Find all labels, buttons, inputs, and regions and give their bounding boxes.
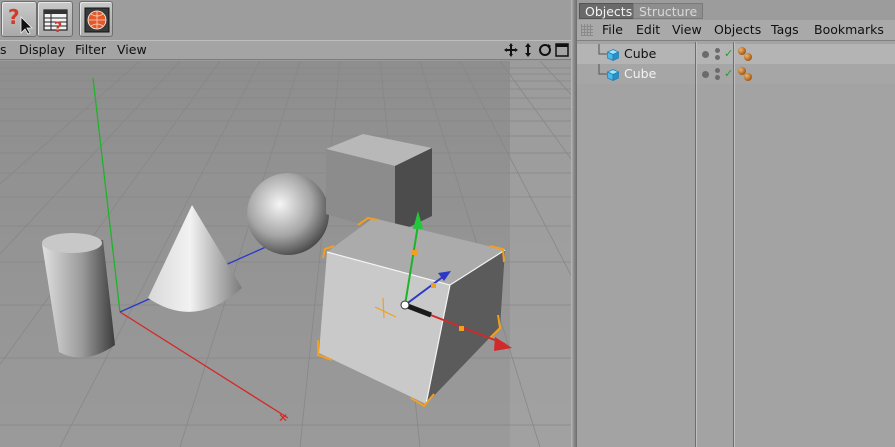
- viewport-menu-filter[interactable]: Filter: [75, 42, 106, 57]
- grip-icon[interactable]: [581, 24, 593, 36]
- enabled-check-icon[interactable]: ✓: [724, 47, 733, 60]
- enabled-check-icon[interactable]: ✓: [724, 67, 733, 80]
- svg-text:?: ?: [8, 5, 20, 29]
- render-visibility-dot-icon[interactable]: [715, 68, 720, 73]
- material-tag-icon[interactable]: [744, 73, 752, 81]
- column-divider[interactable]: [733, 42, 734, 447]
- maximize-view-icon[interactable]: [554, 42, 570, 58]
- zoom-view-icon[interactable]: [520, 42, 536, 58]
- tab-objects[interactable]: Objects: [579, 3, 639, 19]
- tab-structure[interactable]: Structure: [633, 3, 704, 19]
- world-x-marker-icon: ✕: [278, 411, 288, 425]
- object-menu-tags[interactable]: Tags: [771, 22, 799, 37]
- cube-icon: [607, 69, 619, 81]
- object-menu-edit[interactable]: Edit: [636, 22, 660, 37]
- viewport-menu-cameras[interactable]: s: [0, 42, 7, 57]
- render-visibility-dot-icon[interactable]: [715, 55, 720, 60]
- editor-visibility-dot-icon[interactable]: [702, 51, 709, 58]
- tree-line-icon: [598, 64, 607, 75]
- render-visibility-dot-icon[interactable]: [715, 48, 720, 53]
- render-settings-button[interactable]: ?: [37, 1, 73, 37]
- help-arrow-icon: ?: [8, 5, 33, 35]
- object-menu-objects[interactable]: Objects: [714, 22, 761, 37]
- object-list: Cube ✓ Cube ✓: [577, 42, 895, 447]
- render-globe-icon: [84, 7, 110, 33]
- viewport-nav-icons: [503, 42, 571, 59]
- svg-text:?: ?: [54, 20, 62, 35]
- object-menu-view[interactable]: View: [672, 22, 702, 37]
- render-settings-icon: ?: [43, 9, 68, 35]
- object-menu-file[interactable]: File: [602, 22, 623, 37]
- render-visibility-dot-icon[interactable]: [715, 75, 720, 80]
- object-row[interactable]: Cube ✓: [577, 44, 895, 64]
- cube-icon: [607, 49, 619, 61]
- rotate-view-icon[interactable]: [537, 42, 553, 58]
- viewport-toolbar: ? ?: [0, 0, 571, 40]
- material-tag-icon[interactable]: [744, 53, 752, 61]
- object-manager-menu-bar: File Edit View Objects Tags Bookmarks: [577, 20, 895, 41]
- object-row[interactable]: Cube ✓: [577, 64, 895, 84]
- viewport-menu-display[interactable]: Display: [19, 42, 65, 57]
- column-divider[interactable]: [695, 42, 696, 447]
- viewport-menu-bar: s Display Filter View: [0, 40, 571, 60]
- tree-line-icon: [598, 44, 607, 55]
- viewport-menu-view[interactable]: View: [117, 42, 147, 57]
- object-name[interactable]: Cube: [624, 46, 656, 61]
- object-name[interactable]: Cube: [624, 66, 656, 81]
- editor-visibility-dot-icon[interactable]: [702, 71, 709, 78]
- viewport-panel: ? ? s Display Filter View ✕: [0, 0, 571, 447]
- move-view-icon[interactable]: [503, 42, 519, 58]
- 3d-viewport[interactable]: ✕: [0, 61, 571, 447]
- object-menu-bookmarks[interactable]: Bookmarks: [814, 22, 884, 37]
- object-manager-tabs: Objects Structure: [577, 0, 895, 20]
- render-view-button[interactable]: [79, 1, 113, 37]
- object-manager: Objects Structure File Edit View Objects…: [577, 0, 895, 447]
- sphere-object[interactable]: [247, 173, 329, 255]
- help-tool-button[interactable]: ?: [1, 1, 37, 37]
